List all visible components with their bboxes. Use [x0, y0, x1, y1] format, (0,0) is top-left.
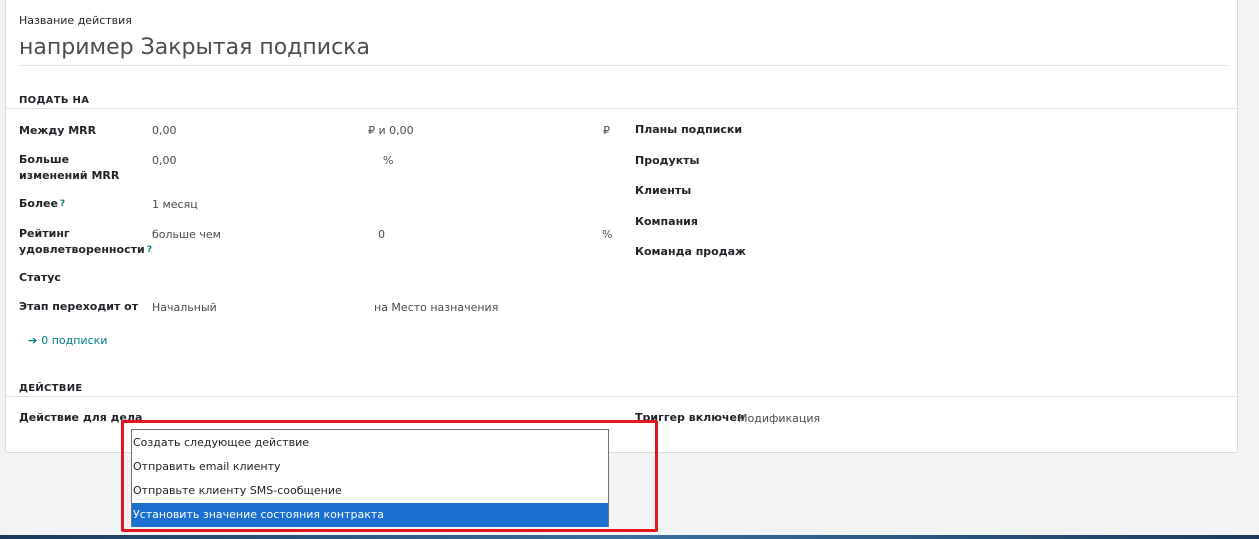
- arrow-right-icon: ➔: [28, 334, 38, 347]
- action-section-divider: [6, 396, 1237, 397]
- satisfaction-label-text: Рейтинг удовлетворенности: [19, 227, 145, 256]
- action-section-title: ДЕЙСТВИЕ: [19, 383, 83, 394]
- over-label-text: Более: [19, 197, 58, 210]
- apply-section-divider: [6, 108, 1237, 109]
- products-label: Продукты: [635, 154, 700, 167]
- action-name-input[interactable]: например Закрытая подписка: [19, 34, 1228, 66]
- satisfaction-help-icon[interactable]: ?: [147, 245, 152, 255]
- satisfaction-label: Рейтинг удовлетворенности?: [19, 226, 152, 258]
- subscriptions-link-text: 0 подписки: [41, 334, 108, 347]
- action-name-label: Название действия: [19, 14, 132, 27]
- satisfaction-operator-select[interactable]: больше чем: [152, 227, 221, 243]
- mrr-change-label: Больше изменений MRR: [19, 153, 120, 182]
- mrr-currency: ₽: [603, 124, 610, 137]
- stage-from-label: Этап переходит от: [19, 300, 139, 313]
- subscriptions-link[interactable]: ➔ 0 подписки: [28, 334, 107, 347]
- automation-form-card: Название действия например Закрытая подп…: [5, 0, 1238, 453]
- mrr-to-input[interactable]: ₽ и 0,00: [368, 123, 414, 139]
- over-label: Более?: [19, 196, 65, 212]
- customers-label: Клиенты: [635, 184, 692, 197]
- over-help-icon[interactable]: ?: [60, 199, 65, 209]
- subscription-plans-label: Планы подписки: [635, 123, 743, 136]
- annotation-highlight-box: [121, 420, 658, 532]
- taskbar-strip: [0, 535, 1259, 539]
- company-label: Компания: [635, 215, 698, 228]
- stage-from-select[interactable]: Начальный: [152, 300, 217, 316]
- apply-section-title: ПОДАТЬ НА: [19, 95, 90, 106]
- mrr-change-input[interactable]: 0,00: [152, 153, 177, 169]
- over-period-select[interactable]: 1 месяц: [152, 197, 198, 213]
- satisfaction-value-input[interactable]: 0: [378, 227, 385, 243]
- mrr-change-unit: %: [383, 154, 394, 167]
- stage-to-select[interactable]: на Место назначения: [374, 300, 498, 316]
- mrr-between-label: Между MRR: [19, 124, 97, 137]
- trigger-on-select[interactable]: Модификация: [738, 411, 820, 427]
- satisfaction-unit: %: [602, 228, 613, 241]
- status-label: Статус: [19, 271, 61, 284]
- mrr-from-input[interactable]: 0,00: [152, 123, 177, 139]
- sales-team-label: Команда продаж: [635, 245, 746, 258]
